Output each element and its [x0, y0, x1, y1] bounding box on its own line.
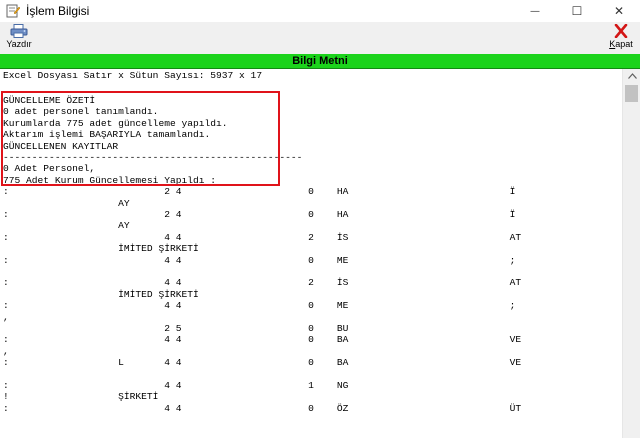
record-line: İMİTED ŞİRKETİ [3, 243, 199, 255]
record-line: : 2 4 0 HA Ï [3, 186, 516, 198]
minimize-button[interactable]: — [514, 0, 556, 22]
highlight-line: Kurumlarda 775 adet güncelleme yapıldı. [3, 117, 228, 129]
title-bar: İşlem Bilgisi — ☐ ✕ [0, 0, 640, 22]
highlight-line: GÜNCELLEME ÖZETİ [3, 95, 96, 106]
print-button[interactable]: Yazdır [2, 24, 36, 52]
vertical-scrollbar[interactable] [622, 69, 640, 438]
record-line: ! ŞİRKETİ [3, 391, 159, 403]
toolbar: Yazdır Kapat [0, 22, 640, 55]
record-line: : 4 4 0 ME ; [3, 254, 516, 266]
red-x-icon [614, 24, 628, 38]
highlight-line: Aktarım işlemi BAŞARIYLA tamamlandı. [3, 129, 211, 141]
printer-icon [10, 24, 28, 38]
info-header: Bilgi Metni [0, 54, 640, 69]
record-line: : L 4 4 0 BA VE [3, 357, 522, 369]
record-line: : 4 4 0 BA VE [3, 334, 522, 346]
close-tool-label: Kapat [609, 39, 633, 49]
close-tool-button[interactable]: Kapat [604, 24, 638, 52]
summary-line: Excel Dosyası Satır x Sütun Sayısı: 5937… [3, 70, 263, 81]
highlight-line: 0 Adet Personel, [3, 163, 96, 175]
record-line: AY [3, 197, 130, 209]
record-line: : 4 4 1 NG [3, 380, 349, 391]
highlight-line: GÜNCELLENEN KAYITLAR [3, 140, 119, 152]
highlight-line: 775 Adet Kurum Güncellemesi Yapıldı : [3, 174, 217, 186]
app-icon [6, 4, 20, 18]
record-line: : 4 4 0 ÖZ ÜT [3, 402, 522, 414]
record-line: : 4 4 0 ME ; [3, 300, 516, 312]
chevron-up-icon [627, 73, 637, 79]
window-controls: — ☐ ✕ [514, 0, 640, 22]
info-header-title: Bilgi Metni [292, 55, 348, 67]
record-line: AY [3, 220, 130, 232]
record-line: : 4 4 2 İS AT [3, 277, 522, 289]
close-window-button[interactable]: ✕ [598, 0, 640, 22]
record-line: 2 5 0 BU [3, 323, 349, 334]
record-line: , [3, 311, 9, 323]
record-line: , [3, 345, 9, 357]
record-line: : 4 4 2 İS AT [3, 231, 522, 243]
window-title: İşlem Bilgisi [26, 4, 90, 18]
scroll-up-button[interactable] [623, 69, 640, 83]
info-text-area[interactable]: Excel Dosyası Satır x Sütun Sayısı: 5937… [0, 69, 622, 438]
highlight-line: 0 adet personel tanımlandı. [3, 106, 159, 118]
record-line: İMİTED ŞİRKETİ [3, 288, 199, 300]
scroll-thumb[interactable] [625, 85, 638, 102]
maximize-button[interactable]: ☐ [556, 0, 598, 22]
record-line: : 2 4 0 HA Ï [3, 209, 516, 220]
print-label: Yazdır [6, 39, 32, 49]
highlight-line: ----------------------------------------… [3, 152, 303, 163]
